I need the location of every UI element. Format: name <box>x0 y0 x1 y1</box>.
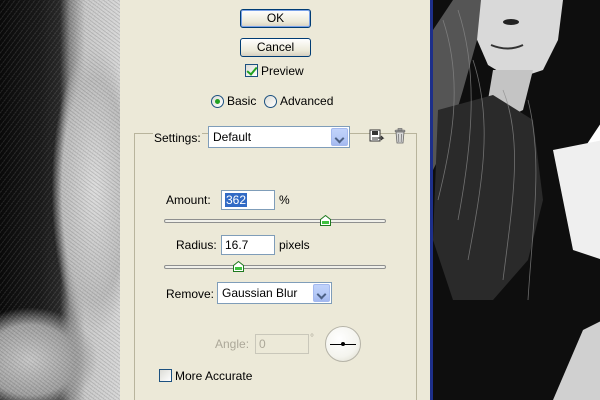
portrait-image <box>433 0 600 400</box>
radius-unit: pixels <box>279 238 310 252</box>
basic-radio[interactable] <box>211 95 224 108</box>
angle-dial-center <box>341 342 345 346</box>
image-preview-right <box>430 0 600 400</box>
more-accurate-checkbox[interactable] <box>159 369 172 382</box>
amount-label: Amount: <box>166 193 211 207</box>
save-settings-icon[interactable] <box>368 128 386 146</box>
remove-select-value: Gaussian Blur <box>222 286 298 300</box>
advanced-label: Advanced <box>280 94 334 108</box>
ok-button[interactable]: OK <box>240 9 311 28</box>
remove-select[interactable]: Gaussian Blur <box>217 282 332 304</box>
more-accurate-label: More Accurate <box>175 369 253 383</box>
chevron-down-icon[interactable] <box>313 284 330 302</box>
radius-label: Radius: <box>176 238 217 252</box>
angle-value: 0 <box>259 337 266 351</box>
trash-icon[interactable] <box>391 127 409 145</box>
radius-input[interactable]: 16.7 <box>221 235 275 255</box>
settings-select[interactable]: Default <box>208 126 350 148</box>
amount-slider-thumb[interactable] <box>319 215 331 226</box>
angle-unit: ° <box>310 333 314 344</box>
angle-dial[interactable] <box>325 326 361 362</box>
chevron-down-icon[interactable] <box>331 128 348 146</box>
preview-checkbox[interactable] <box>245 64 258 77</box>
amount-slider[interactable] <box>164 219 386 223</box>
preview-label: Preview <box>261 64 304 78</box>
settings-label: Settings: <box>153 131 202 145</box>
smart-sharpen-dialog: OK Cancel Preview Basic Advanced Setting… <box>120 0 430 400</box>
radius-value: 16.7 <box>225 238 249 252</box>
amount-value: 362 <box>225 193 248 207</box>
radius-slider[interactable] <box>164 265 386 269</box>
cancel-button[interactable]: Cancel <box>240 38 311 57</box>
amount-unit: % <box>279 193 290 207</box>
amount-input[interactable]: 362 <box>221 190 275 210</box>
advanced-radio[interactable] <box>264 95 277 108</box>
angle-label: Angle: <box>215 337 250 351</box>
angle-input[interactable]: 0 <box>255 334 309 354</box>
radius-slider-thumb[interactable] <box>233 261 245 272</box>
basic-label: Basic <box>227 94 257 108</box>
settings-select-value: Default <box>213 130 252 144</box>
remove-label: Remove: <box>166 287 215 301</box>
image-noise-texture <box>0 0 120 400</box>
image-preview-left <box>0 0 120 400</box>
